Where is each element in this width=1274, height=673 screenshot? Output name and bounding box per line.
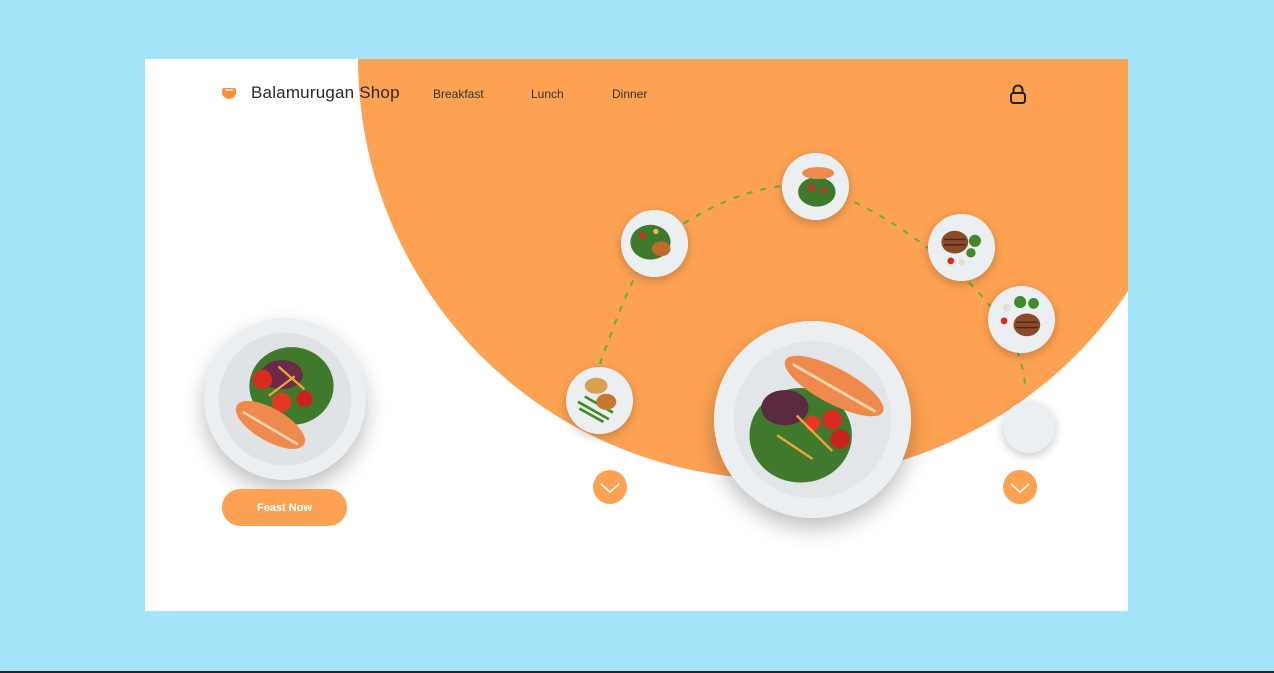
- plate-partial: [1003, 401, 1055, 453]
- plate-chicken-beans[interactable]: [566, 367, 633, 434]
- prev-chevron-button[interactable]: [593, 470, 627, 504]
- nav-breakfast[interactable]: Breakfast: [433, 87, 484, 101]
- landing-card: Balamurugan Shop Breakfast Lunch Dinner …: [145, 59, 1128, 611]
- plate-salmon-salad-small[interactable]: [782, 153, 849, 220]
- next-chevron-button[interactable]: [1003, 470, 1037, 504]
- plate-chicken-salad[interactable]: [621, 210, 688, 277]
- chevron-down-icon: [1010, 483, 1030, 494]
- feast-now-button[interactable]: Feast Now: [222, 489, 347, 526]
- featured-plate: [204, 318, 366, 480]
- nav-lunch[interactable]: Lunch: [531, 87, 564, 101]
- brand-name: Balamurugan Shop: [251, 83, 400, 102]
- chevron-down-icon: [600, 483, 620, 494]
- lock-icon[interactable]: [1009, 84, 1027, 104]
- nav-dinner[interactable]: Dinner: [612, 87, 647, 101]
- plate-steak-broccoli-1[interactable]: [928, 214, 995, 281]
- main-plate: [714, 321, 911, 518]
- plate-steak-broccoli-2[interactable]: [988, 286, 1055, 353]
